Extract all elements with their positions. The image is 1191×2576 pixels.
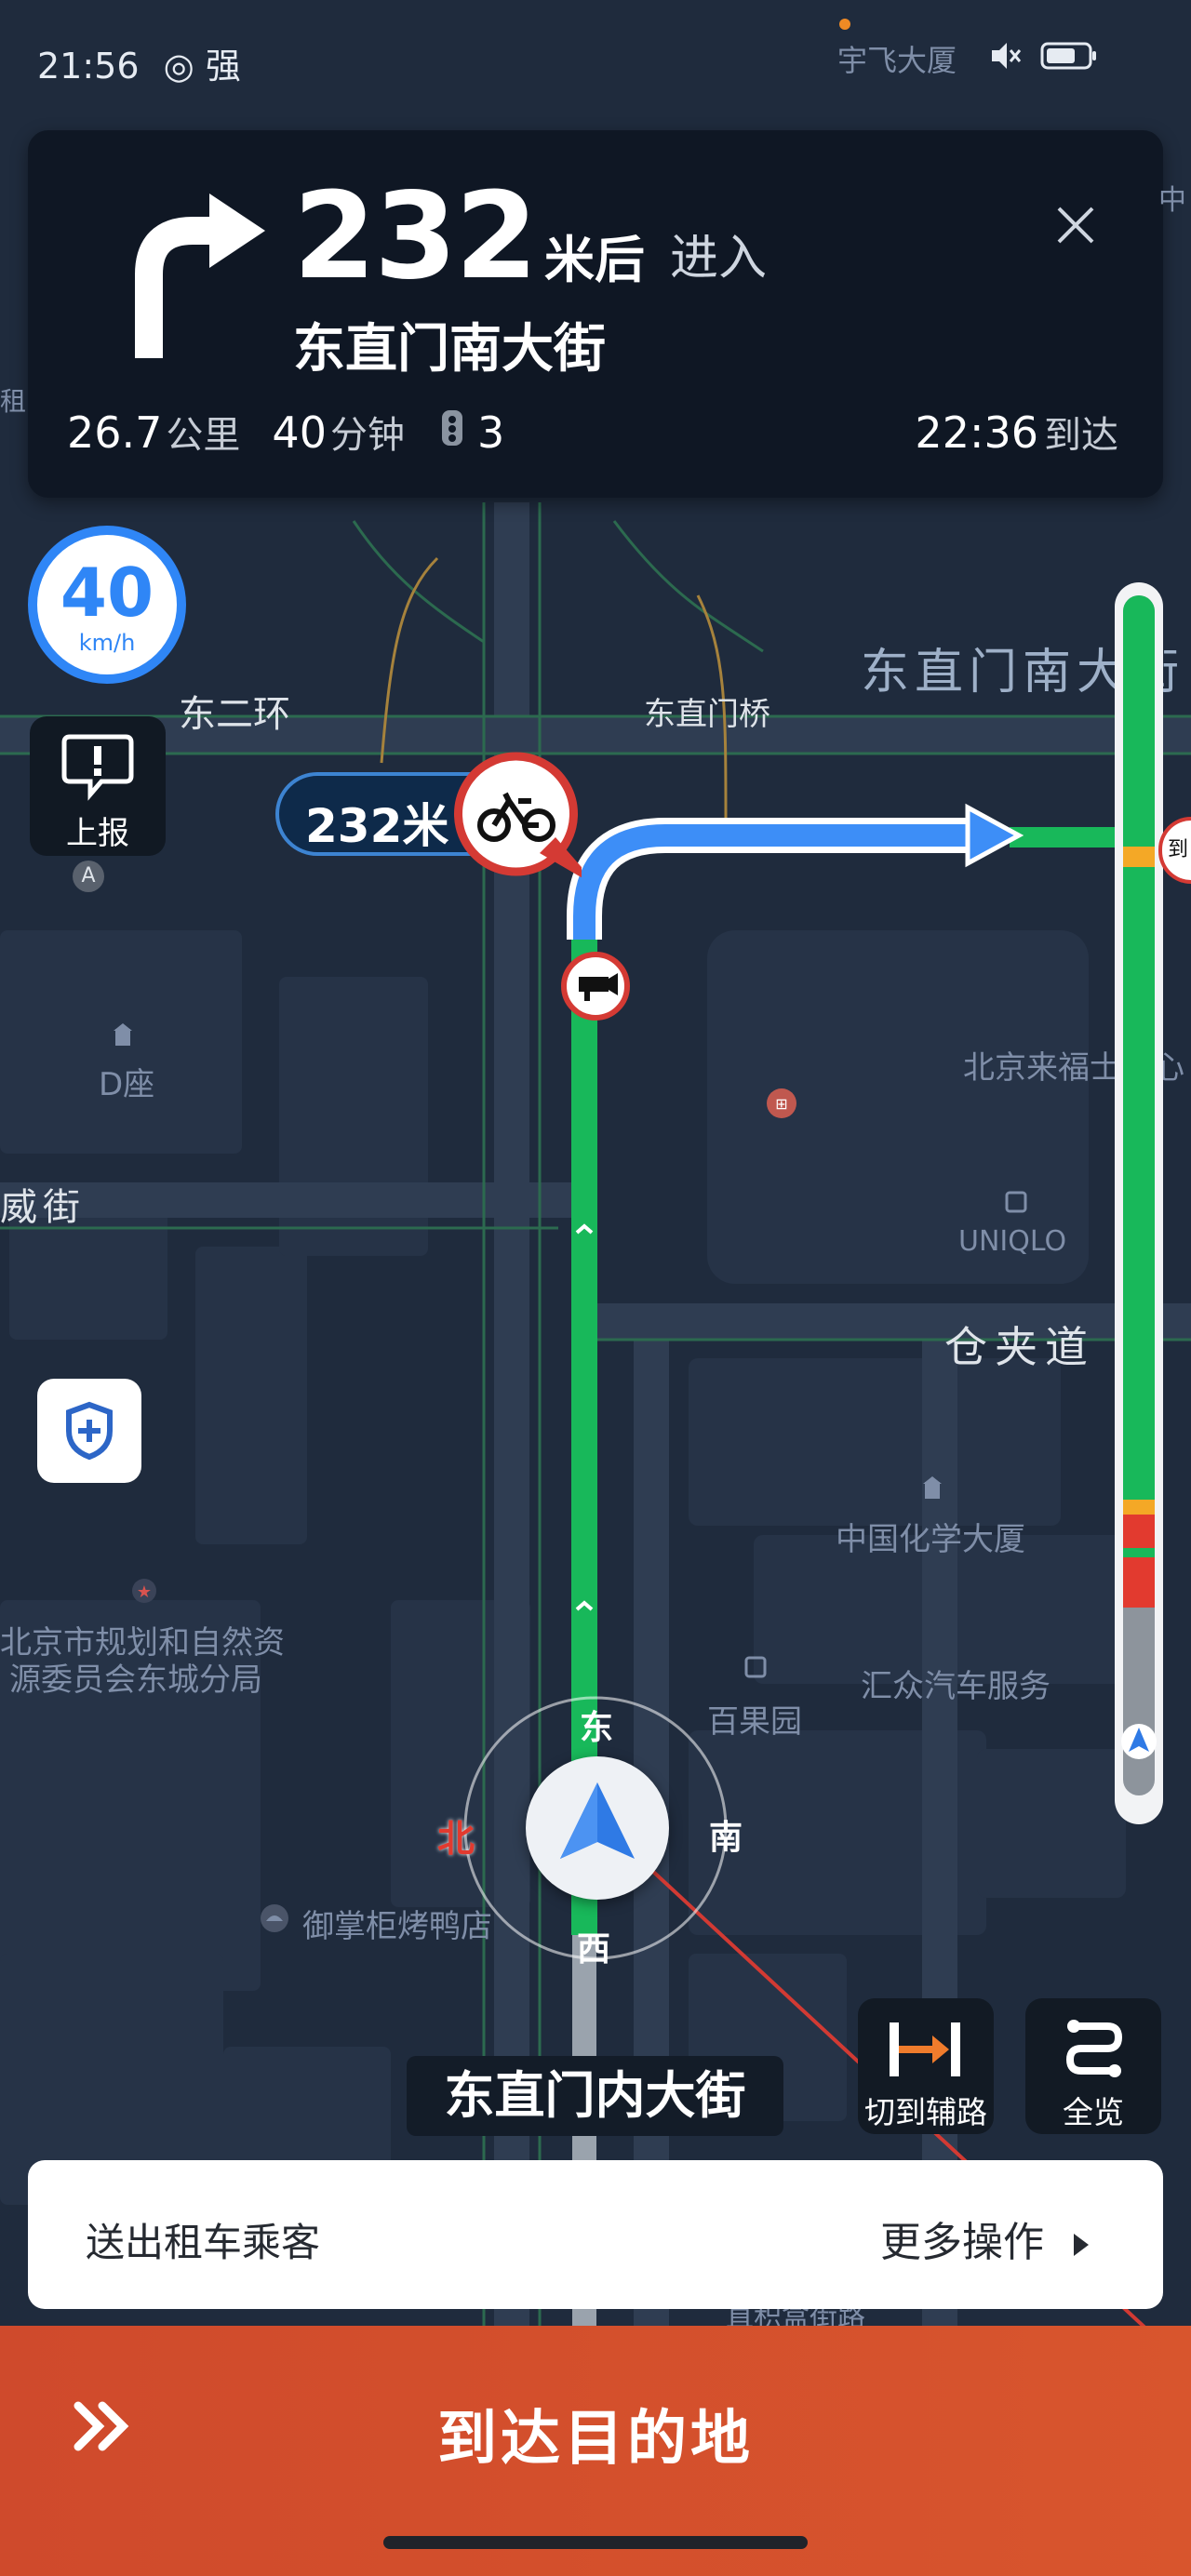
traffic-seg-orange-1 [1123,847,1155,867]
next-street: 东直门南大街 [293,319,606,380]
bike-lane-camera-icon [454,752,582,878]
arrival-info: 22:36 到达 [915,405,1118,459]
report-badge: A [73,861,104,892]
battery-icon [1040,42,1096,70]
traffic-progress-track [1123,595,1155,1795]
arrival-time: 22:36 [915,407,1038,458]
overview-label: 全览 [1063,2094,1124,2130]
remaining-time: 40 [272,407,327,458]
switch-side-road-label: 切到辅路 [864,2094,987,2130]
report-button[interactable]: 上报 [30,716,166,856]
overview-button[interactable]: 全览 [1025,1998,1161,2134]
status-right [986,37,1098,74]
label-yuzhanggui: 御掌柜烤鸭店 [302,1908,492,1945]
traffic-seg-green-1 [1123,595,1155,847]
guidance-card[interactable]: 232 米后 进入 东直门南大街 26.7 公里 40 分钟 3 22:36 到达 [28,130,1163,498]
svg-text:⊞: ⊞ [775,1095,787,1113]
compass-north: 北 [437,1818,475,1861]
svg-text:★: ★ [137,1582,152,1602]
compass-west: 西 [577,1930,611,1969]
speed-camera-icon [561,952,630,1021]
signal-label: 强 [205,46,241,87]
close-icon[interactable] [1053,203,1098,247]
traffic-light-icon [441,410,462,446]
shield-plus-icon [66,1401,113,1461]
label-bridge: 东直门桥 [644,696,770,733]
traffic-light-count: 3 [476,407,505,458]
arrival-label: 到达 [1044,414,1118,457]
current-position-marker-icon [1121,1724,1157,1759]
switch-side-road-button[interactable]: 切到辅路 [858,1998,994,2134]
label-uniqlo: UNIQLO [958,1225,1067,1258]
label-baiguoyuan: 百果园 [707,1703,802,1741]
traffic-seg-red-1 [1123,1515,1155,1548]
shop-icon [1005,1191,1027,1213]
action-verb: 进入 [670,231,768,287]
status-bar: 21:56 ◎ 强 [37,37,241,88]
traffic-seg-red-2 [1123,1557,1155,1608]
traffic-seg-green-2 [1123,867,1155,1500]
report-label: 上报 [66,815,129,852]
status-time: 21:56 [37,46,140,87]
home-indicator[interactable] [383,2536,808,2549]
order-action-bar[interactable]: 送出租车乘客 更多操作 [28,2160,1163,2309]
traffic-seg-orange-2 [1123,1500,1155,1515]
poi-yufei: 宇飞大厦 [837,43,957,78]
label-wei-street: 威街 [0,1186,86,1229]
mall-icon: ⊞ [767,1088,796,1118]
traffic-seg-green-3 [1123,1548,1155,1557]
navigation-arrow-icon [560,1782,635,1859]
trip-summary: 26.7 公里 40 分钟 3 [67,405,504,459]
route-overview-icon [1065,2020,1123,2077]
vehicle-position [526,1756,669,1900]
label-d-block: D座 [99,1066,155,1103]
camera-distance: 232米 [305,799,449,853]
label-ring-road: 东二环 [179,693,290,736]
arrive-destination-label: 到达目的地 [437,2405,754,2474]
distance-unit: 米后 [544,231,645,289]
safety-shield-button[interactable] [37,1379,141,1483]
status-dot [839,19,850,30]
more-actions-label: 更多操作 [880,2219,1044,2266]
distance-value: 232 [293,167,538,306]
label-chem-building: 中国化学大厦 [836,1521,1025,1558]
remaining-distance-unit: 公里 [166,414,241,457]
label-huizhong: 汇众汽车服务 [861,1668,1050,1705]
wifi-icon: ◎ [163,46,194,87]
remaining-distance: 26.7 [67,407,163,458]
more-actions-button[interactable]: 更多操作 [880,2209,1089,2268]
label-zhong: 中 [1158,184,1186,217]
office-building-icon [923,1476,942,1499]
triangle-right-icon [1074,2234,1089,2256]
government-star-icon: ★ [132,1579,156,1603]
restaurant-icon [261,1904,288,1932]
store-icon [744,1656,767,1678]
building-icon [114,1023,132,1046]
side-road-icon [890,2022,960,2076]
mute-icon [992,43,1022,69]
drop-off-status: 送出租车乘客 [86,2220,321,2265]
compass-east: 东 [580,1709,614,1747]
label-zujie: 租 [0,386,27,417]
compass-south: 南 [709,1819,743,1857]
current-road-label: 东直门内大街 [407,2056,783,2136]
speed-limit-unit: km/h [78,630,136,656]
speed-limit-value: 40 [60,554,154,632]
turn-right-arrow-icon [135,194,265,358]
traffic-progress-bar [1115,582,1163,1824]
label-cangjiadao: 仓夹道 [944,1322,1095,1372]
label-planning-2: 源委员会东城分局 [9,1662,262,1699]
report-bubble-icon [61,734,134,801]
speed-limit-sign: 40 km/h [28,526,186,684]
remaining-time-unit: 分钟 [329,414,405,457]
